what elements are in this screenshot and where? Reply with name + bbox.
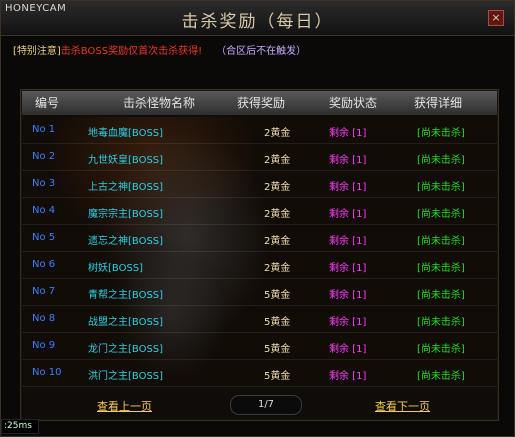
reward-table: 编号 击杀怪物名称 获得奖励 奖励状态 获得详细 No 1 地毒血魔[BOSS]… <box>20 89 499 421</box>
reward-status: 剩余 [1] <box>329 290 367 301</box>
prev-page-link[interactable]: 查看上一页 <box>97 398 152 414</box>
monster-name: 战盟之主[BOSS] <box>88 317 164 328</box>
reward-status: 剩余 [1] <box>329 371 367 382</box>
reward-amount: 2黄金 <box>264 236 291 247</box>
frame-timer: :25ms <box>1 419 39 434</box>
kill-detail: [尚未击杀] <box>417 263 465 274</box>
row-number: No 10 <box>32 367 62 378</box>
reward-status: 剩余 [1] <box>329 263 367 274</box>
col-header-reward: 获得奖励 <box>237 96 286 110</box>
table-row: No 3 上古之神[BOSS] 2黄金 剩余 [1] [尚未击杀] <box>22 171 497 198</box>
table-row: No 8 战盟之主[BOSS] 5黄金 剩余 [1] [尚未击杀] <box>22 306 497 333</box>
row-number: No 7 <box>32 286 56 297</box>
reward-status: 剩余 [1] <box>329 182 367 193</box>
row-number: No 1 <box>32 124 56 135</box>
reward-status: 剩余 [1] <box>329 155 367 166</box>
kill-detail: [尚未击杀] <box>417 128 465 139</box>
reward-amount: 5黄金 <box>264 317 291 328</box>
kill-detail: [尚未击杀] <box>417 155 465 166</box>
table-row: No 7 青帮之主[BOSS] 5黄金 剩余 [1] [尚未击杀] <box>22 279 497 306</box>
reward-amount: 2黄金 <box>264 209 291 220</box>
reward-status: 剩余 [1] <box>329 344 367 355</box>
kill-detail: [尚未击杀] <box>417 209 465 220</box>
table-header: 编号 击杀怪物名称 获得奖励 奖励状态 获得详细 <box>22 91 497 115</box>
reward-amount: 5黄金 <box>264 344 291 355</box>
table-row: No 10 洪门之主[BOSS] 5黄金 剩余 [1] [尚未击杀] <box>22 360 497 387</box>
monster-name: 龙门之主[BOSS] <box>88 344 164 355</box>
col-header-status: 奖励状态 <box>329 96 378 110</box>
monster-name: 地毒血魔[BOSS] <box>88 128 164 139</box>
row-number: No 5 <box>32 232 56 243</box>
reward-status: 剩余 [1] <box>329 317 367 328</box>
row-number: No 3 <box>32 178 56 189</box>
kill-detail: [尚未击杀] <box>417 317 465 328</box>
row-number: No 2 <box>32 151 56 162</box>
monster-name: 九世妖皇[BOSS] <box>88 155 164 166</box>
col-header-detail: 获得详细 <box>414 96 463 110</box>
next-page-link[interactable]: 查看下一页 <box>375 398 430 414</box>
kill-detail: [尚未击杀] <box>417 290 465 301</box>
pagination: 查看上一页 1/7 查看下一页 <box>21 390 498 420</box>
notice-message: 击杀BOSS奖励仅首次击杀获得! <box>60 46 203 57</box>
reward-status: 剩余 [1] <box>329 209 367 220</box>
kill-reward-window: HONEYCAM 击杀奖励（每日） × [特别注意]击杀BOSS奖励仅首次击杀获… <box>0 0 515 437</box>
page-indicator: 1/7 <box>230 395 302 415</box>
notice-line: [特别注意]击杀BOSS奖励仅首次击杀获得! （合区后不在触发） <box>13 42 306 57</box>
kill-detail: [尚未击杀] <box>417 344 465 355</box>
col-header-number: 编号 <box>35 96 60 110</box>
monster-name: 青帮之主[BOSS] <box>88 290 164 301</box>
monster-name: 洪门之主[BOSS] <box>88 371 164 382</box>
reward-amount: 5黄金 <box>264 371 291 382</box>
table-row: No 5 遗忘之神[BOSS] 2黄金 剩余 [1] [尚未击杀] <box>22 225 497 252</box>
row-number: No 9 <box>32 340 56 351</box>
monster-name: 遗忘之神[BOSS] <box>88 236 164 247</box>
row-number: No 4 <box>32 205 56 216</box>
monster-name: 魔宗宗主[BOSS] <box>88 209 164 220</box>
notice-label: [特别注意] <box>13 46 61 57</box>
monster-name: 树妖[BOSS] <box>88 263 144 274</box>
table-row: No 6 树妖[BOSS] 2黄金 剩余 [1] [尚未击杀] <box>22 252 497 279</box>
table-row: No 2 九世妖皇[BOSS] 2黄金 剩余 [1] [尚未击杀] <box>22 144 497 171</box>
reward-amount: 2黄金 <box>264 155 291 166</box>
close-button[interactable]: × <box>488 10 504 26</box>
kill-detail: [尚未击杀] <box>417 236 465 247</box>
reward-amount: 2黄金 <box>264 182 291 193</box>
kill-detail: [尚未击杀] <box>417 182 465 193</box>
reward-amount: 2黄金 <box>264 263 291 274</box>
kill-detail: [尚未击杀] <box>417 371 465 382</box>
monster-name: 上古之神[BOSS] <box>88 182 164 193</box>
reward-status: 剩余 [1] <box>329 128 367 139</box>
table-body: No 1 地毒血魔[BOSS] 2黄金 剩余 [1] [尚未击杀] No 2 九… <box>22 117 497 390</box>
table-row: No 9 龙门之主[BOSS] 5黄金 剩余 [1] [尚未击杀] <box>22 333 497 360</box>
reward-amount: 5黄金 <box>264 290 291 301</box>
table-row: No 1 地毒血魔[BOSS] 2黄金 剩余 [1] [尚未击杀] <box>22 117 497 144</box>
row-number: No 8 <box>32 313 56 324</box>
title-bar: HONEYCAM 击杀奖励（每日） × <box>1 1 514 36</box>
table-row: No 4 魔宗宗主[BOSS] 2黄金 剩余 [1] [尚未击杀] <box>22 198 497 225</box>
reward-status: 剩余 [1] <box>329 236 367 247</box>
notice-sub: （合区后不在触发） <box>216 46 307 57</box>
col-header-monster-name: 击杀怪物名称 <box>123 96 196 110</box>
reward-amount: 2黄金 <box>264 128 291 139</box>
row-number: No 6 <box>32 259 56 270</box>
window-title: 击杀奖励（每日） <box>181 12 334 32</box>
